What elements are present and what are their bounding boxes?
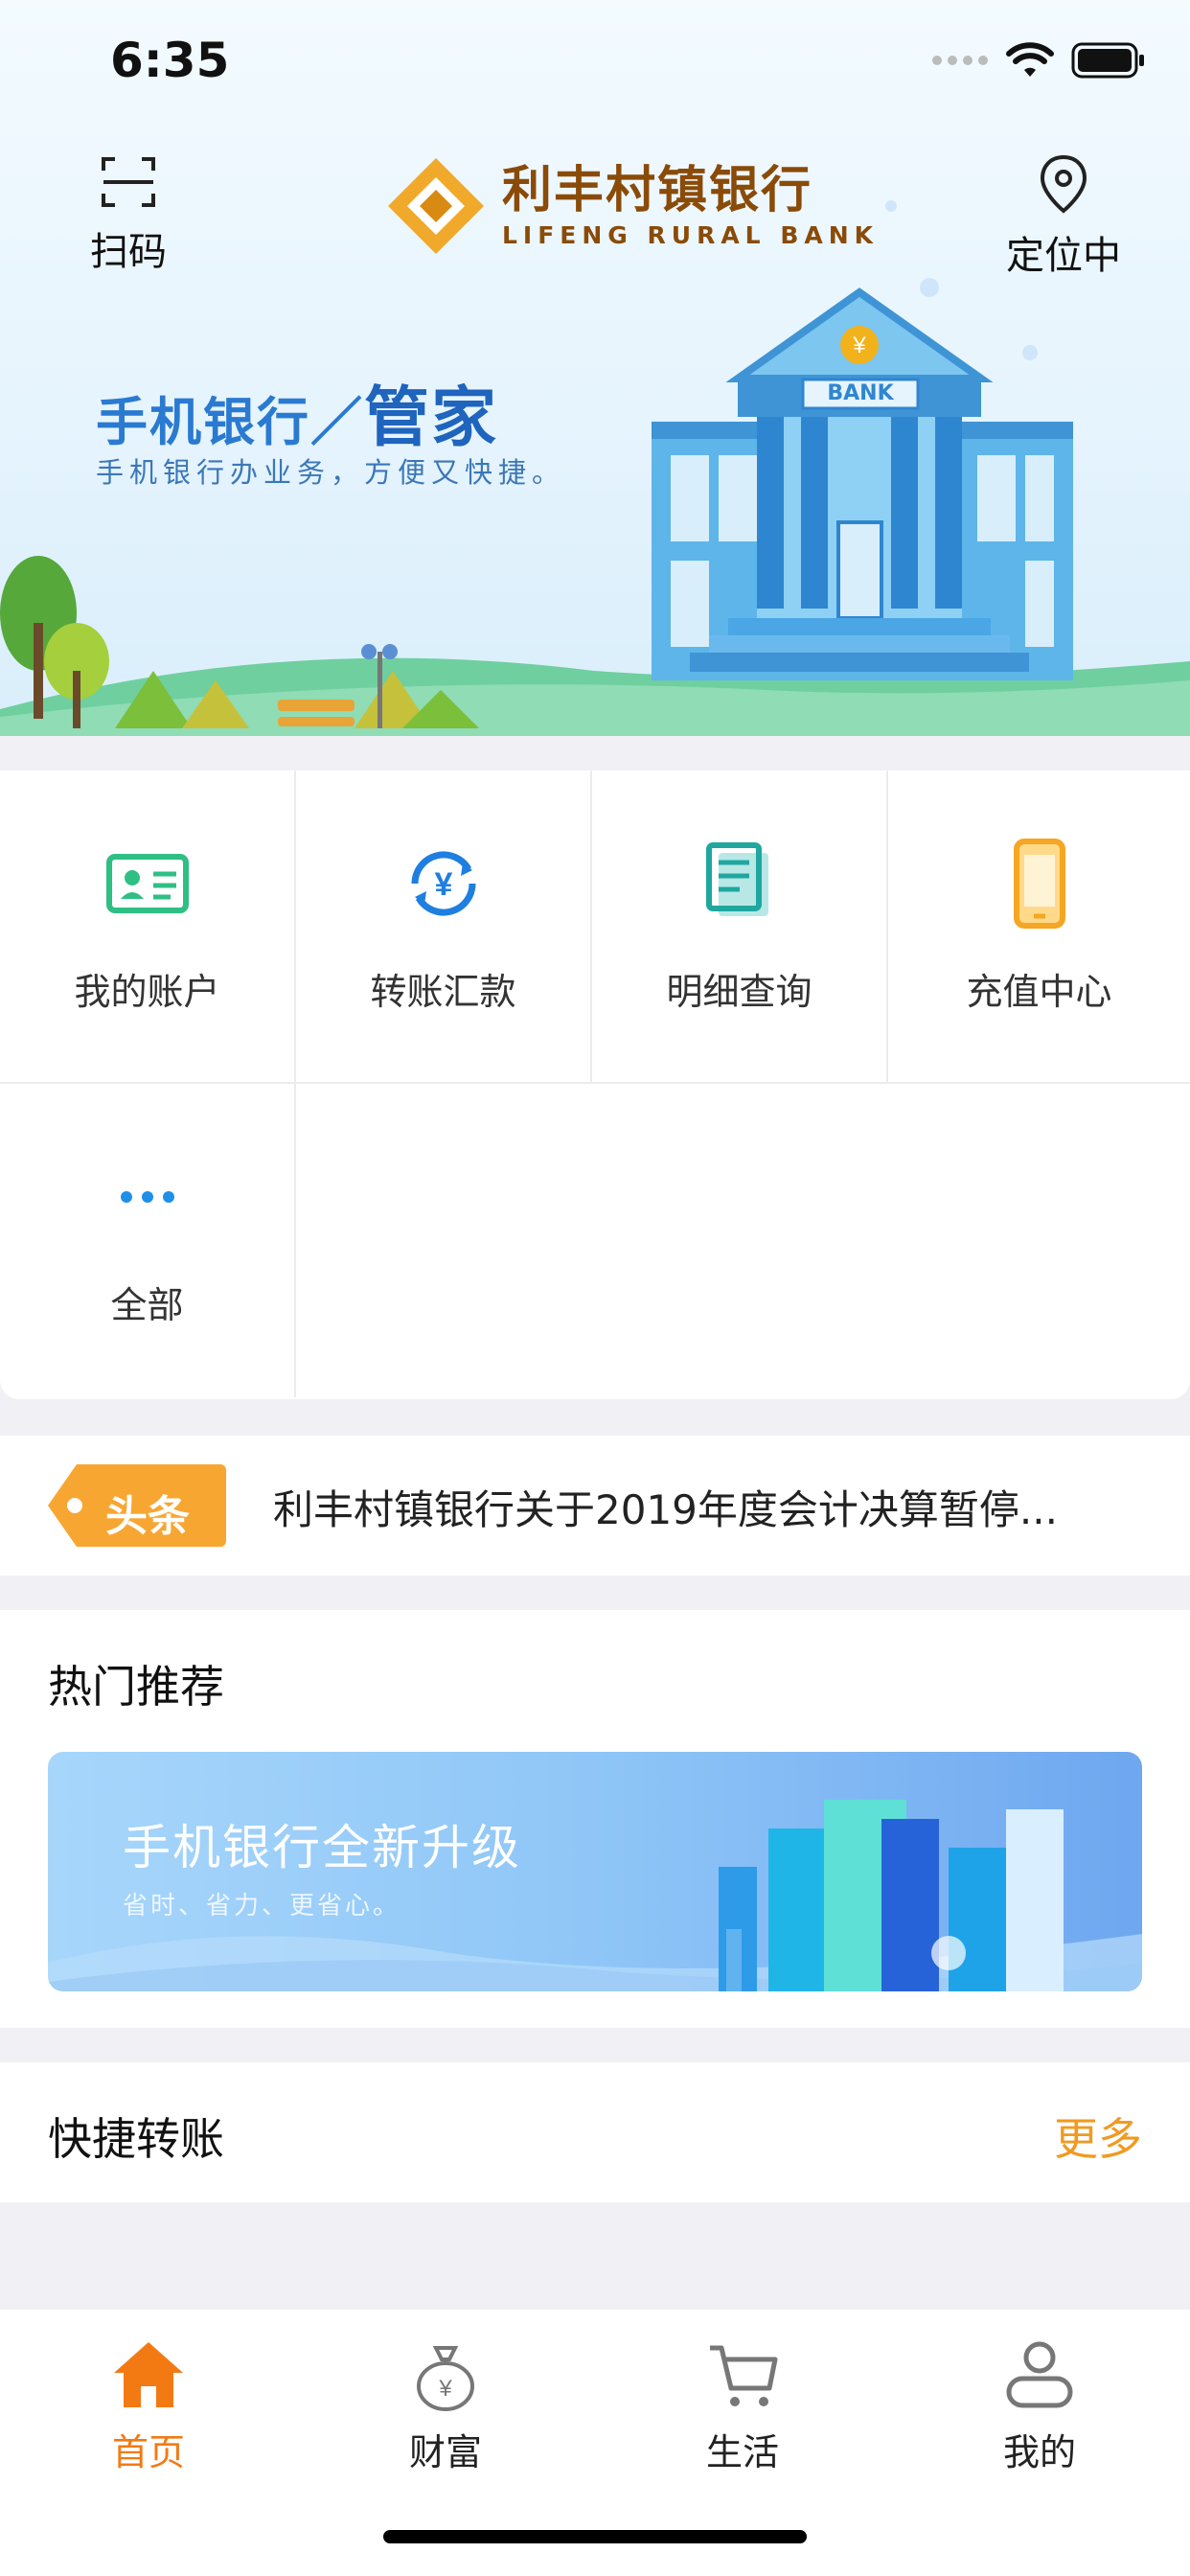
- statement-icon: [705, 842, 768, 916]
- more-link[interactable]: 更多: [1054, 2104, 1142, 2168]
- svg-text:¥: ¥: [438, 2376, 452, 2402]
- grid-item-statement[interactable]: 明细查询: [592, 770, 888, 1084]
- home-indicator: [383, 2530, 807, 2543]
- hero-subtitle: 手机银行办业务，方便又快捷。: [96, 456, 566, 489]
- quick-transfer-title: 快捷转账: [48, 2113, 224, 2165]
- tab-wealth-label: 财富: [408, 2431, 482, 2473]
- hero-banner: ¥ BANK 6:35 扫码 利丰村镇银行 LIFENG RURAL BANK …: [0, 0, 1190, 736]
- promo-title: 手机银行全新升级: [123, 1820, 521, 1875]
- hero-title-part2: 管家: [364, 380, 499, 456]
- svg-text:¥: ¥: [434, 866, 452, 903]
- hot-recommend-section: 热门推荐 手机银行全新升级 省时、省力、更省心。: [0, 1610, 1190, 2028]
- location-pin-icon: [1040, 154, 1087, 214]
- hot-recommend-title: 热门推荐: [48, 1661, 224, 1713]
- promo-subtitle: 省时、省力、更省心。: [123, 1892, 401, 1920]
- grid-item-topup[interactable]: 充值中心: [888, 770, 1190, 1084]
- grid-label-statement: 明细查询: [666, 971, 812, 1013]
- signal-dots-icon: [932, 56, 988, 65]
- scan-label: 扫码: [90, 230, 167, 274]
- home-icon: [114, 2342, 183, 2407]
- tab-life-label: 生活: [705, 2431, 779, 2473]
- promo-banner[interactable]: 手机银行全新升级 省时、省力、更省心。: [48, 1752, 1142, 1991]
- location-label: 定位中: [1006, 234, 1121, 278]
- grid-label-all: 全部: [110, 1284, 184, 1326]
- grid-item-transfer[interactable]: ¥ 转账汇款: [296, 770, 592, 1084]
- location-button[interactable]: 定位中: [996, 153, 1131, 280]
- tab-mine[interactable]: 我的: [891, 2334, 1188, 2475]
- bank-name-en: LIFENG RURAL BANK: [502, 220, 880, 249]
- bank-logo: 利丰村镇银行 LIFENG RURAL BANK: [383, 153, 879, 259]
- quick-transfer-section: 快捷转账 更多: [0, 2062, 1190, 2202]
- scan-icon: [102, 157, 155, 207]
- money-bag-icon: ¥: [417, 2346, 474, 2411]
- headline-news[interactable]: 头条 利丰村镇银行关于2019年度会计决算暂停...: [0, 1436, 1190, 1576]
- wifi-icon: [1006, 42, 1054, 77]
- cart-icon: [710, 2345, 778, 2406]
- grid-item-my-account[interactable]: 我的账户: [0, 770, 296, 1084]
- function-grid: 我的账户 ¥ 转账汇款 明细查询 充值中心 全部: [0, 770, 1190, 1399]
- headline-text: 利丰村镇银行关于2019年度会计决算暂停...: [273, 1486, 1058, 1533]
- hero-title-part1: 手机银行／: [96, 392, 364, 452]
- user-icon: [1006, 2341, 1073, 2408]
- more-dots-icon: [120, 1191, 174, 1203]
- grid-label-my-account: 我的账户: [74, 971, 220, 1013]
- account-card-icon: [105, 854, 189, 913]
- bank-name-cn: 利丰村镇银行: [502, 161, 813, 219]
- hero-title: 手机银行／管家: [96, 364, 498, 459]
- tab-wealth[interactable]: ¥ 财富: [297, 2334, 594, 2475]
- bank-logo-icon: [388, 158, 484, 254]
- grid-label-topup: 充值中心: [966, 971, 1112, 1013]
- headline-tag-label: 头条: [105, 1492, 190, 1541]
- status-time: 6:35: [110, 33, 230, 88]
- tab-home-label: 首页: [111, 2431, 185, 2473]
- tab-home[interactable]: 首页: [0, 2334, 297, 2475]
- bank-sign-text: BANK: [827, 381, 894, 405]
- phone-topup-icon: [1013, 839, 1065, 929]
- tab-mine-label: 我的: [1002, 2431, 1076, 2473]
- grid-item-all[interactable]: 全部: [0, 1084, 296, 1397]
- grid-label-transfer: 转账汇款: [370, 971, 516, 1013]
- svg-text:¥: ¥: [852, 333, 866, 358]
- transfer-icon: ¥: [411, 851, 475, 916]
- battery-icon: [1071, 42, 1144, 79]
- scan-button[interactable]: 扫码: [80, 153, 176, 276]
- tab-life[interactable]: 生活: [594, 2334, 891, 2475]
- status-icons: [931, 42, 1146, 79]
